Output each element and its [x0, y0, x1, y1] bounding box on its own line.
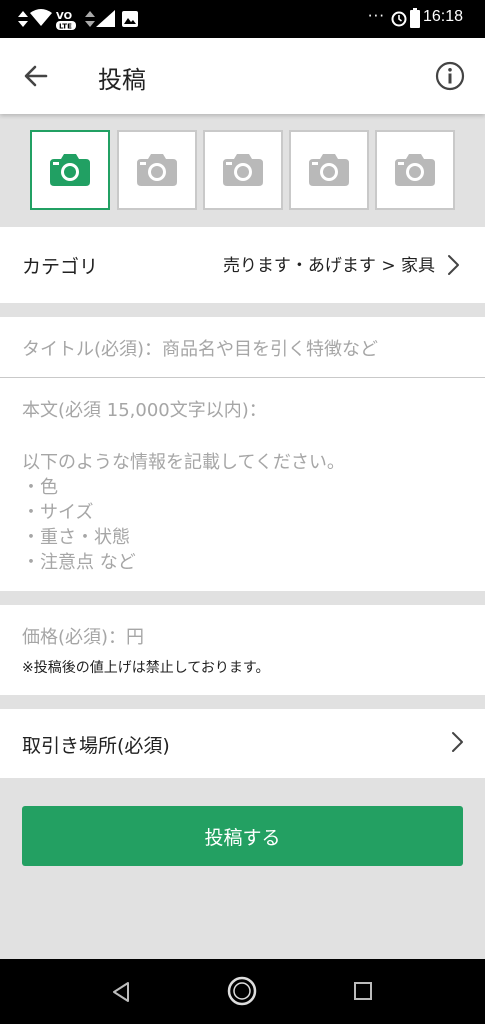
location-row[interactable]: 取引き場所(必須) — [0, 709, 485, 778]
camera-icon — [395, 154, 435, 186]
image-notification-icon — [122, 11, 138, 27]
photo-picker — [0, 114, 485, 227]
body-placeholder-item: ・色 — [22, 477, 58, 498]
body-placeholder-item: ・注意点 など — [22, 552, 136, 573]
app-bar: 投稿 — [0, 38, 485, 114]
arrow-left-icon[interactable] — [20, 60, 52, 92]
nav-home-icon[interactable] — [226, 975, 258, 1007]
data-arrows-icon — [18, 11, 28, 27]
system-nav-bar — [0, 959, 485, 1024]
location-label: 取引き場所(必須) — [22, 735, 170, 757]
svg-text:LTE: LTE — [59, 23, 72, 31]
alarm-icon — [391, 11, 407, 27]
body-placeholder-header: 本文(必須 15,000文字以内)： — [22, 400, 267, 421]
category-value: 売ります・あげます > 家具 — [222, 256, 435, 276]
title-placeholder: タイトル(必須)：商品名や目を引く特徴など — [22, 339, 379, 360]
price-placeholder: 価格(必須)：円 — [22, 627, 145, 648]
photo-slot-5[interactable] — [375, 130, 455, 210]
photo-slot-3[interactable] — [203, 130, 283, 210]
body-placeholder-intro: 以下のような情報を記載してください。 — [22, 452, 345, 473]
nav-back-icon[interactable] — [110, 980, 132, 1004]
category-label: カテゴリ — [22, 256, 99, 278]
camera-icon — [50, 154, 90, 186]
photo-slot-2[interactable] — [117, 130, 197, 210]
status-bar: VO LTE ··· 16:18 — [0, 0, 485, 38]
nav-recents-icon[interactable] — [354, 982, 372, 1000]
chevron-right-icon — [448, 255, 459, 275]
signal-arrows-icon — [85, 11, 95, 27]
more-notifications-icon: ··· — [367, 7, 385, 25]
photo-slot-1[interactable] — [30, 130, 110, 210]
category-row[interactable]: カテゴリ 売ります・あげます > 家具 — [0, 227, 485, 303]
price-input[interactable]: 価格(必須)：円 ※投稿後の値上げは禁止しております。 — [0, 605, 485, 695]
body-placeholder: 本文(必須 15,000文字以内)： 以下のような情報を記載してください。 ・色… — [22, 398, 345, 575]
clock: 16:18 — [422, 8, 463, 25]
camera-icon — [223, 154, 263, 186]
chevron-right-icon — [452, 732, 463, 752]
cell-signal-icon — [96, 10, 115, 27]
camera-icon — [309, 154, 349, 186]
info-circle-icon[interactable] — [435, 61, 465, 91]
battery-icon — [410, 8, 420, 28]
body-placeholder-item: ・サイズ — [22, 502, 94, 523]
body-placeholder-item: ・重さ・状態 — [22, 527, 130, 548]
price-note: ※投稿後の値上げは禁止しております。 — [22, 660, 270, 676]
photo-slot-4[interactable] — [289, 130, 369, 210]
svg-text:VO: VO — [56, 11, 72, 22]
page-title: 投稿 — [98, 66, 146, 94]
camera-icon — [137, 154, 177, 186]
volte-icon: VO LTE — [56, 11, 76, 31]
title-input[interactable]: タイトル(必須)：商品名や目を引く特徴など — [0, 317, 485, 378]
submit-post-button[interactable]: 投稿する — [22, 806, 463, 866]
body-textarea[interactable]: 本文(必須 15,000文字以内)： 以下のような情報を記載してください。 ・色… — [0, 378, 485, 591]
wifi-icon — [30, 9, 52, 26]
